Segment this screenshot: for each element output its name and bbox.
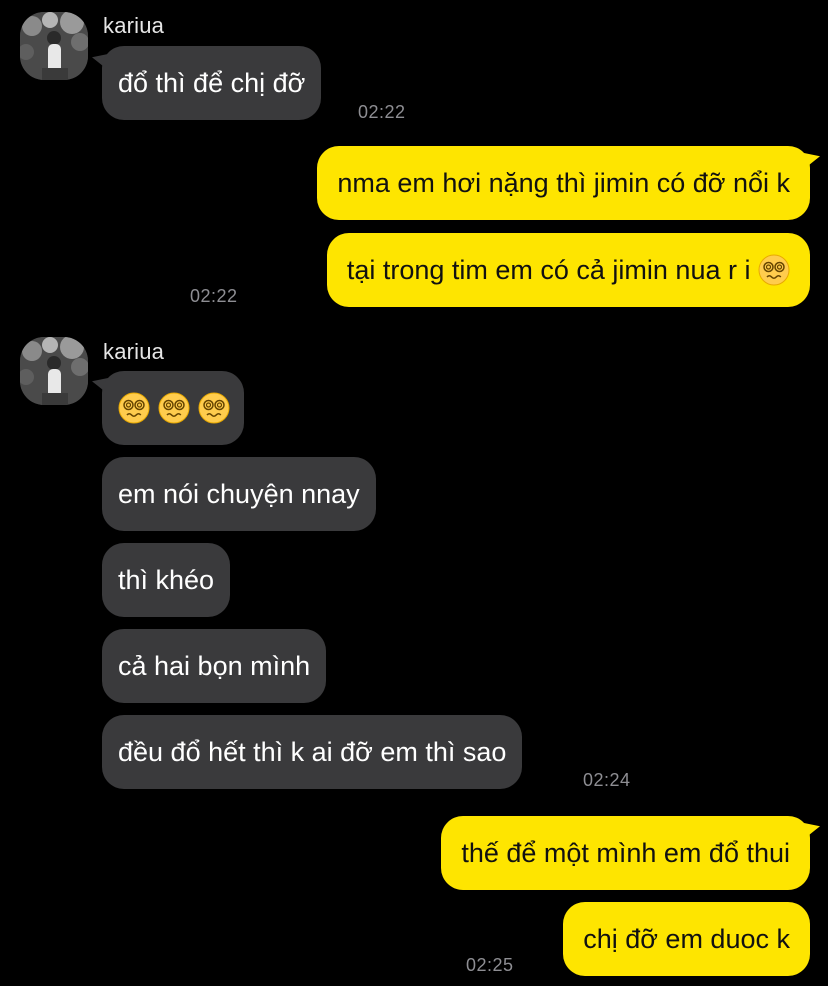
message-text: em nói chuyện nnay: [118, 479, 360, 509]
message-bubble[interactable]: thì khéo: [102, 543, 231, 617]
timestamp: 02:25: [466, 955, 514, 975]
woozy-face-emoji: [758, 254, 790, 286]
timestamp: 02:24: [583, 770, 631, 790]
avatar[interactable]: [20, 12, 88, 80]
message-text: nma em hơi nặng thì jimin có đỡ nổi k: [337, 168, 790, 198]
message-bubble[interactable]: nma em hơi nặng thì jimin có đỡ nổi k: [317, 146, 810, 220]
message-text: thì khéo: [118, 565, 215, 595]
message-bubble[interactable]: đổ thì để chị đỡ: [102, 46, 322, 120]
message-bubble[interactable]: đều đổ hết thì k ai đỡ em thì sao: [102, 715, 523, 789]
message-bubble[interactable]: em nói chuyện nnay: [102, 457, 376, 531]
message-text: đổ thì để chị đỡ: [118, 68, 306, 98]
message-bubble[interactable]: chị đỡ em duoc k: [563, 902, 810, 976]
message-bubble[interactable]: tại trong tim em có cả jimin nua r i: [326, 233, 810, 307]
woozy-face-emoji: [158, 392, 190, 424]
timestamp: 02:22: [358, 102, 406, 122]
message-text: cả hai bọn mình: [118, 651, 311, 681]
message-bubble[interactable]: cả hai bọn mình: [102, 629, 327, 703]
woozy-face-emoji: [198, 392, 230, 424]
message-text: thế để một mình em đổ thui: [461, 838, 790, 868]
woozy-face-emoji: [118, 392, 150, 424]
sender-name: kariua: [103, 13, 165, 38]
message-text: đều đổ hết thì k ai đỡ em thì sao: [118, 737, 507, 767]
avatar[interactable]: [20, 337, 88, 405]
timestamp: 02:22: [190, 286, 238, 306]
sender-name: kariua: [103, 339, 165, 364]
message-bubble[interactable]: [102, 371, 244, 445]
message-text: tại trong tim em có cả jimin nua r i: [346, 255, 751, 285]
message-text: chị đỡ em duoc k: [583, 924, 790, 954]
message-bubble[interactable]: thế để một mình em đổ thui: [441, 816, 810, 890]
